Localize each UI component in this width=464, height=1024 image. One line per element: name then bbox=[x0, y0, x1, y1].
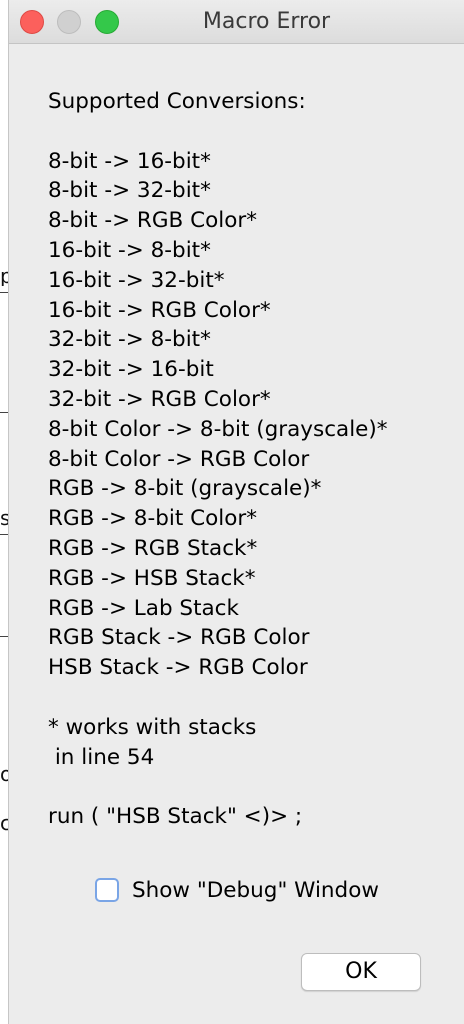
conversion-item: 8-bit -> RGB Color* bbox=[48, 208, 257, 234]
window-title: Macro Error bbox=[202, 9, 331, 34]
conversion-item: 32-bit -> RGB Color* bbox=[48, 386, 271, 412]
background-divider bbox=[0, 534, 8, 535]
message-heading: Supported Conversions: bbox=[48, 89, 306, 114]
debug-window-option[interactable]: Show "Debug" Window bbox=[95, 874, 379, 906]
footnote-text: * works with stacks bbox=[48, 714, 257, 740]
conversion-item: HSB Stack -> RGB Color bbox=[48, 655, 308, 681]
conversion-item: RGB -> HSB Stack* bbox=[48, 565, 256, 591]
debug-window-checkbox[interactable] bbox=[95, 878, 119, 902]
background-divider bbox=[0, 292, 8, 293]
conversion-item: 8-bit -> 16-bit* bbox=[48, 148, 211, 174]
conversion-item: 16-bit -> 8-bit* bbox=[48, 237, 211, 263]
conversion-item: 32-bit -> 16-bit bbox=[48, 357, 214, 383]
conversion-item: 8-bit Color -> RGB Color bbox=[48, 446, 310, 472]
line-number-text: in line 54 bbox=[48, 744, 155, 770]
conversion-item: RGB -> Lab Stack bbox=[48, 595, 239, 621]
conversion-item: 32-bit -> 8-bit* bbox=[48, 327, 211, 353]
conversion-list: 8-bit -> 16-bit* 8-bit -> 32-bit* 8-bit ->… bbox=[48, 147, 458, 683]
title-bar[interactable]: Macro Error bbox=[9, 0, 464, 44]
background-text-fragment: p bbox=[0, 266, 8, 286]
conversion-item: 8-bit -> 32-bit* bbox=[48, 178, 211, 204]
conversion-item: 16-bit -> 32-bit* bbox=[48, 267, 225, 293]
conversion-item: RGB -> 8-bit Color* bbox=[48, 506, 257, 532]
error-code-line: run ( "HSB Stack" <)> ; bbox=[48, 804, 303, 830]
ok-button[interactable]: OK bbox=[301, 953, 421, 991]
conversion-item: 16-bit -> RGB Color* bbox=[48, 297, 271, 323]
background-divider bbox=[0, 636, 8, 637]
conversion-item: RGB -> 8-bit (grayscale)* bbox=[48, 476, 322, 502]
conversion-item: RGB Stack -> RGB Color bbox=[48, 625, 310, 651]
background-text-fragment: o bbox=[0, 764, 8, 784]
background-text-fragment: s bbox=[0, 508, 8, 528]
conversion-item: RGB -> RGB Stack* bbox=[48, 535, 258, 561]
background-text-fragment: c bbox=[0, 813, 8, 833]
macro-error-dialog: Macro Error Supported Conversions: 8-bit… bbox=[8, 0, 464, 1024]
error-message: Supported Conversions: 8-bit -> 16-bit* 8… bbox=[48, 87, 458, 832]
background-divider bbox=[0, 412, 8, 413]
debug-window-label[interactable]: Show "Debug" Window bbox=[132, 878, 379, 903]
conversion-item: 8-bit Color -> 8-bit (grayscale)* bbox=[48, 416, 388, 442]
